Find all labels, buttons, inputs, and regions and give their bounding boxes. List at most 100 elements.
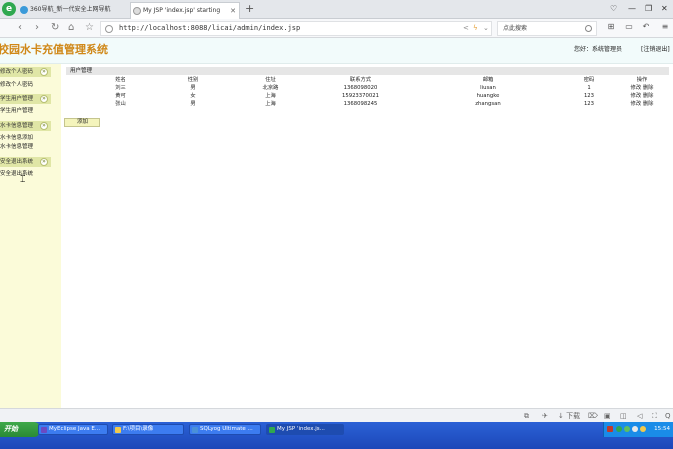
column-header: 性别 <box>187 76 199 83</box>
new-tab-button[interactable]: + <box>245 2 254 16</box>
cell-password: 123 <box>583 100 595 107</box>
minimize-button[interactable]: — <box>628 3 636 15</box>
reader-icon[interactable]: ▭ <box>624 22 634 32</box>
cell-gender: 男 <box>190 84 196 91</box>
download-button[interactable]: ↓ 下载 <box>558 411 580 421</box>
skin-icon[interactable]: ♡ <box>610 3 617 15</box>
collapse-icon[interactable]: » <box>40 158 48 166</box>
table-row: 张山 男 上海 1368098245 zhangsan 123 修改 删除 <box>66 100 669 108</box>
system-tray: 15:54 <box>603 422 673 437</box>
cell-actions: 修改 删除 <box>615 92 669 100</box>
extensions-icon[interactable]: ⊞ <box>606 22 616 32</box>
translate-icon[interactable]: ✈ <box>542 411 548 421</box>
tab-label: 360导航_新一代安全上网导航 <box>30 6 111 13</box>
tray-app-icon[interactable] <box>607 426 613 432</box>
history-icon[interactable]: ◫ <box>620 411 627 421</box>
tab-close-icon[interactable]: ✕ <box>230 3 236 19</box>
cell-password: 123 <box>583 92 595 99</box>
forward-icon[interactable]: › <box>35 21 39 35</box>
cell-address: 上海 <box>265 100 276 107</box>
logout-link[interactable]: [注销退出] <box>641 46 670 54</box>
search-icon[interactable] <box>585 25 592 32</box>
zoom-icon[interactable]: Q <box>665 411 671 421</box>
sqlyog-icon <box>192 427 198 433</box>
tab-360-navigation[interactable]: 360导航_新一代安全上网导航 <box>18 2 128 19</box>
column-header: 姓名 <box>115 76 126 83</box>
screenshot-icon[interactable]: ⧉ <box>524 411 529 421</box>
column-header: 操作 <box>636 76 648 83</box>
table-header-row: 姓名 性别 住址 联系方式 邮箱 密码 操作 <box>66 76 669 84</box>
address-bar[interactable]: http://localhost:8088/licai/admin/index.… <box>100 21 492 36</box>
tab-index-jsp[interactable]: My JSP 'index.jsp' starting ✕ <box>130 2 240 19</box>
clock: 15:54 <box>654 426 670 432</box>
back-icon[interactable]: ‹ <box>18 21 22 35</box>
close-button[interactable]: ✕ <box>661 3 668 15</box>
table-row: 黄可 女 上海 15923370021 huangke 123 修改 删除 <box>66 92 669 100</box>
undo-icon[interactable]: ↶ <box>641 22 651 32</box>
tray-security-icon[interactable] <box>624 426 630 432</box>
cell-gender: 男 <box>190 100 196 107</box>
start-button[interactable]: 开始 <box>0 422 40 437</box>
edit-link[interactable]: 修改 <box>631 85 642 91</box>
cell-address: 北京路 <box>262 84 279 91</box>
image-icon[interactable]: ▣ <box>604 411 611 421</box>
favorite-star-icon[interactable]: ☆ <box>85 21 94 35</box>
delete-link[interactable]: 删除 <box>643 85 654 91</box>
sidebar-item-logout[interactable]: 安全退出系统 <box>0 170 60 179</box>
cell-email: zhangsan <box>475 100 501 107</box>
search-input[interactable]: 点此搜索 <box>497 21 597 36</box>
sidebar-item-student-users[interactable]: 学生用户管理 <box>0 107 60 116</box>
edit-link[interactable]: 修改 <box>631 101 642 107</box>
taskbar-item-folder[interactable]: F:\项目\录像 <box>112 424 184 435</box>
tab-favicon-icon <box>133 7 141 15</box>
taskbar-item-browser[interactable]: My JSP 'index.js... <box>266 424 344 435</box>
home-icon[interactable]: ⌂ <box>68 21 74 35</box>
tray-volume-icon[interactable] <box>640 426 646 432</box>
cell-name: 张山 <box>115 100 126 107</box>
column-header: 住址 <box>265 76 276 83</box>
site-title: 校园水卡充值管理系统 <box>0 43 108 56</box>
add-button[interactable]: 添加 <box>64 118 100 127</box>
tray-360-icon[interactable] <box>616 426 622 432</box>
fullscreen-icon[interactable]: ⛶ <box>652 411 657 421</box>
clean-icon[interactable]: ⌦ <box>588 411 598 421</box>
restore-button[interactable]: ❐ <box>645 3 652 15</box>
taskbar-item-myeclipse[interactable]: MyEclipse Java E... <box>38 424 108 435</box>
cell-email: liusan <box>480 84 496 91</box>
welcome-text: 您好：系统管理员 <box>574 46 623 53</box>
cell-name: 黄可 <box>115 92 126 99</box>
collapse-icon[interactable]: » <box>40 68 48 76</box>
edit-link[interactable]: 修改 <box>631 93 642 99</box>
mouse-cursor-icon: ⌶ <box>20 175 26 185</box>
sidebar-item-add-water-card[interactable]: 水卡信息添加 <box>0 134 60 143</box>
dropdown-chevron-icon[interactable]: ⌄ <box>483 22 489 35</box>
column-header: 邮箱 <box>482 76 494 83</box>
cell-password: 1 <box>587 84 591 91</box>
collapse-icon[interactable]: » <box>40 95 48 103</box>
sidebar-item-manage-water-card[interactable]: 水卡信息管理 <box>0 143 60 152</box>
url-input[interactable]: http://localhost:8088/licai/admin/index.… <box>119 22 300 35</box>
column-header: 密码 <box>583 76 595 83</box>
cell-phone: 1368098245 <box>343 100 378 107</box>
cell-phone: 1368098020 <box>343 84 378 91</box>
cell-actions: 修改 删除 <box>615 84 669 92</box>
user-table: 姓名 性别 住址 联系方式 邮箱 密码 操作 刘三 男 北京路 13680980… <box>66 76 669 108</box>
browser-logo-icon[interactable]: e <box>2 2 16 16</box>
browser-nav-bar: ‹ › ↻ ⌂ ☆ http://localhost:8088/licai/ad… <box>0 19 673 38</box>
share-icon[interactable]: < <box>463 22 469 35</box>
menu-icon[interactable]: ≡ <box>660 22 670 32</box>
tray-network-icon[interactable] <box>632 426 638 432</box>
browser-tab-bar: e 360导航_新一代安全上网导航 My JSP 'index.jsp' sta… <box>0 0 673 19</box>
delete-link[interactable]: 删除 <box>643 101 654 107</box>
tab-label: My JSP 'index.jsp' starting <box>143 7 221 14</box>
windows-taskbar: 开始 MyEclipse Java E... F:\项目\录像 SQLyog U… <box>0 422 673 449</box>
sidebar-item-change-password[interactable]: 修改个人密码 <box>0 81 60 90</box>
tab-favicon-icon <box>20 6 28 14</box>
delete-link[interactable]: 删除 <box>643 93 654 99</box>
volume-icon[interactable]: ◁ <box>637 411 642 421</box>
lightning-icon[interactable]: ϟ <box>473 22 478 35</box>
cell-address: 上海 <box>265 92 276 99</box>
taskbar-item-sqlyog[interactable]: SQLyog Ultimate ... <box>189 424 261 435</box>
collapse-icon[interactable]: » <box>40 122 48 130</box>
refresh-icon[interactable]: ↻ <box>51 21 59 35</box>
